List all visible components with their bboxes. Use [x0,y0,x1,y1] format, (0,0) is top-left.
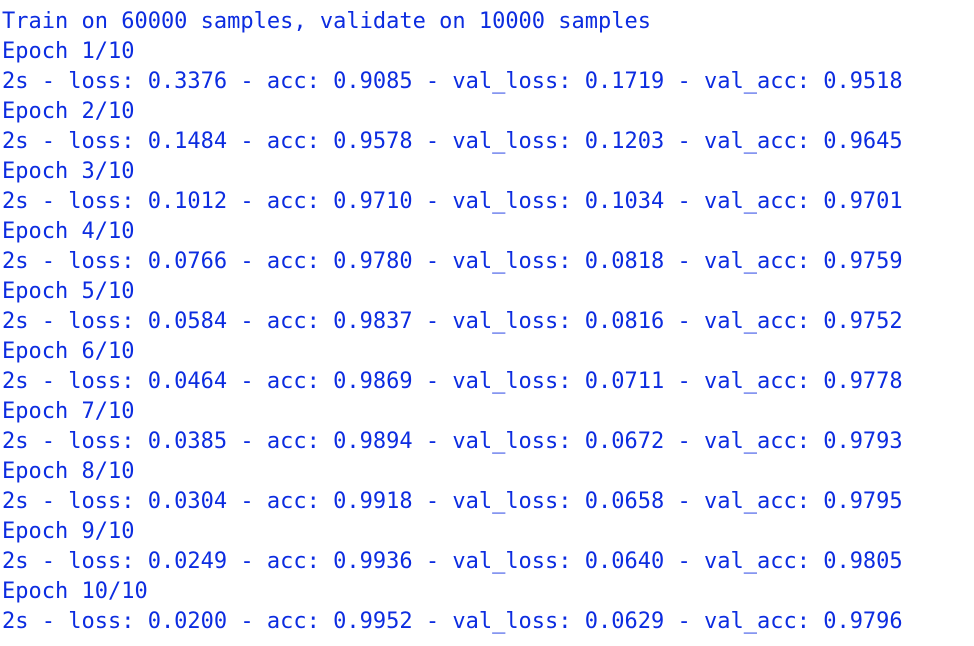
epoch-label: Epoch 1/10 [2,39,135,64]
epoch-label: Epoch 9/10 [2,519,135,544]
epoch-metrics: 2s - loss: 0.0385 - acc: 0.9894 - val_lo… [2,429,903,454]
epoch-metrics: 2s - loss: 0.0766 - acc: 0.9780 - val_lo… [2,249,903,274]
epoch-label: Epoch 8/10 [2,459,135,484]
epoch-label: Epoch 5/10 [2,279,135,304]
epoch-metrics: 2s - loss: 0.0200 - acc: 0.9952 - val_lo… [2,609,903,634]
epoch-metrics: 2s - loss: 0.1484 - acc: 0.9578 - val_lo… [2,129,903,154]
terminal-output: Train on 60000 samples, validate on 1000… [0,0,974,646]
epoch-metrics: 2s - loss: 0.0464 - acc: 0.9869 - val_lo… [2,369,903,394]
epoch-label: Epoch 2/10 [2,99,135,124]
epoch-label: Epoch 10/10 [2,579,148,604]
epoch-label: Epoch 6/10 [2,339,135,364]
epoch-label: Epoch 3/10 [2,159,135,184]
epoch-label: Epoch 4/10 [2,219,135,244]
epoch-metrics: 2s - loss: 0.0584 - acc: 0.9837 - val_lo… [2,309,903,334]
epoch-metrics: 2s - loss: 0.1012 - acc: 0.9710 - val_lo… [2,189,903,214]
epoch-metrics: 2s - loss: 0.0249 - acc: 0.9936 - val_lo… [2,549,903,574]
epoch-label: Epoch 7/10 [2,399,135,424]
epoch-metrics: 2s - loss: 0.0304 - acc: 0.9918 - val_lo… [2,489,903,514]
train-summary-line: Train on 60000 samples, validate on 1000… [2,9,652,34]
epoch-metrics: 2s - loss: 0.3376 - acc: 0.9085 - val_lo… [2,69,903,94]
